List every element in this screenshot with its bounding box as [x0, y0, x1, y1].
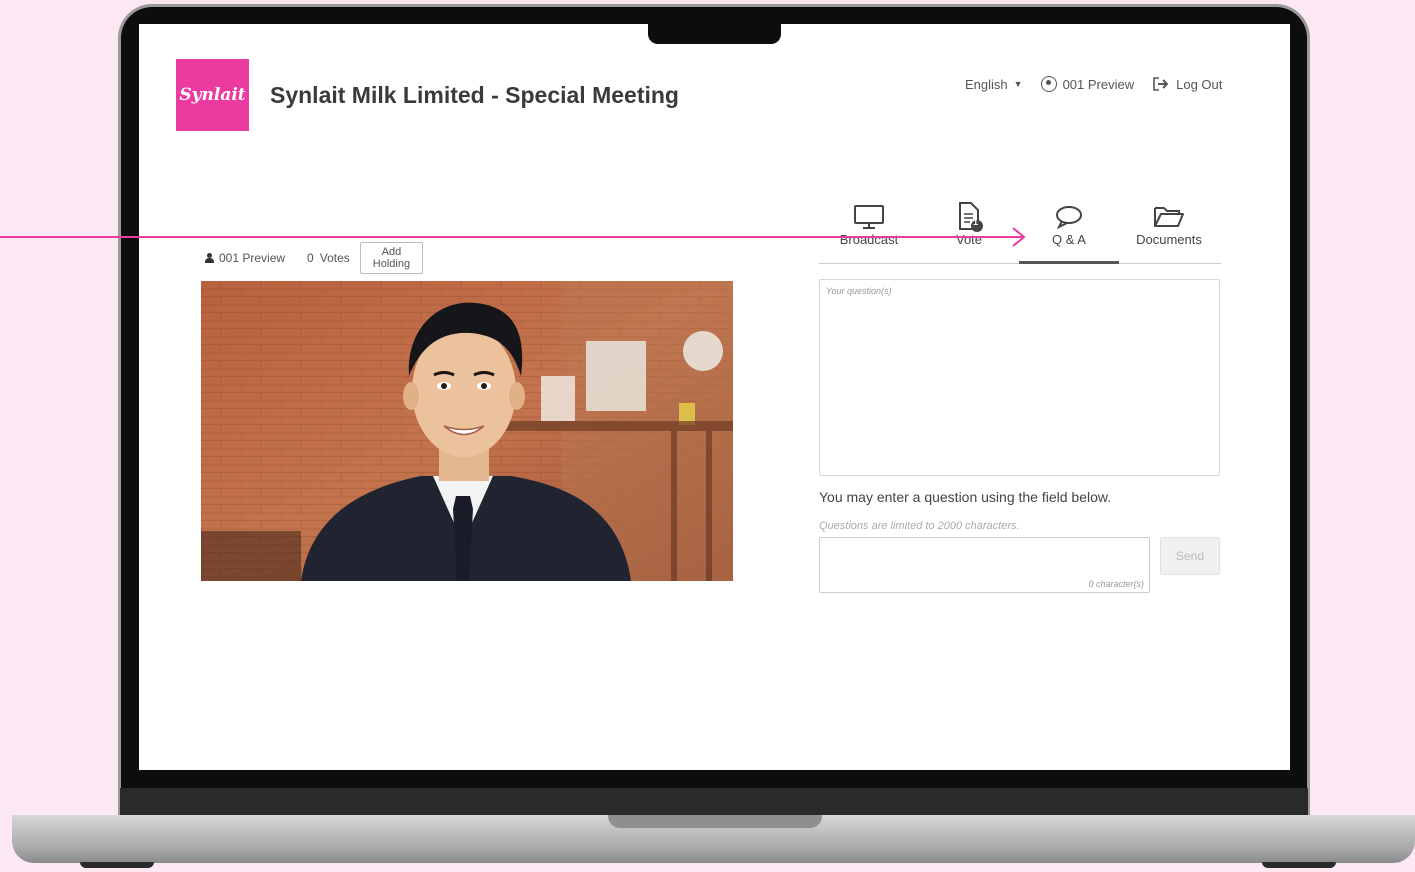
tab-vote-label: Vote: [955, 232, 983, 247]
top-navigation: English ▼ 001 Preview Log Out: [965, 76, 1222, 92]
caret-down-icon: ▼: [1013, 79, 1023, 89]
question-input[interactable]: 0 character(s): [819, 537, 1150, 593]
send-button[interactable]: Send: [1160, 537, 1220, 575]
folder-icon: [1154, 207, 1184, 227]
tab-vote[interactable]: 1 Vote: [919, 200, 1019, 263]
broadcast-video[interactable]: [201, 281, 733, 581]
logo-text: Synlait: [179, 85, 246, 105]
user-circle-icon: [1040, 76, 1057, 92]
holdings-bar: 001 Preview 0 Votes Add Holding: [205, 242, 424, 274]
language-dropdown[interactable]: English ▼: [965, 77, 1023, 92]
vote-badge: 1: [973, 217, 979, 227]
user-name: 001 Preview: [1062, 76, 1135, 92]
votes-label: Votes: [319, 251, 350, 265]
camera-notch: [648, 24, 781, 44]
character-count: 0 character(s): [1088, 579, 1144, 589]
logout-icon: [1153, 77, 1169, 91]
laptop-screen: Synlait Synlait Milk Limited - Special M…: [139, 24, 1290, 770]
laptop-foot-left: [80, 862, 154, 868]
tab-qa-label: Q & A: [1052, 232, 1086, 247]
votes-count: 0: [307, 251, 314, 265]
language-label: English: [965, 76, 1008, 92]
tab-documents[interactable]: Documents: [1119, 200, 1219, 263]
questions-list: Your question(s): [819, 279, 1220, 476]
laptop-base-notch: [608, 815, 822, 828]
add-holding-line2: Holding: [372, 258, 411, 270]
questions-list-placeholder: Your question(s): [826, 286, 892, 296]
holdings-user: 001 Preview: [219, 251, 286, 265]
speech-bubble-icon: [1056, 206, 1082, 230]
tab-documents-label: Documents: [1136, 232, 1202, 247]
person-icon: [205, 253, 215, 263]
add-holding-line1: Add: [381, 246, 402, 258]
tab-broadcast[interactable]: Broadcast: [819, 200, 919, 263]
character-limit-note: Questions are limited to 2000 characters…: [819, 520, 1020, 532]
tab-broadcast-label: Broadcast: [839, 232, 899, 247]
tab-qa[interactable]: Q & A: [1019, 200, 1119, 264]
monitor-icon: [854, 205, 884, 229]
document-icon: [959, 202, 983, 232]
page-title: Synlait Milk Limited - Special Meeting: [270, 82, 679, 108]
add-holding-button[interactable]: Add Holding: [359, 242, 424, 274]
question-instruction: You may enter a question using the field…: [819, 489, 1112, 505]
user-menu[interactable]: 001 Preview: [1040, 76, 1135, 92]
logout-label: Log Out: [1176, 76, 1223, 92]
laptop-foot-right: [1262, 862, 1336, 868]
logout-link[interactable]: Log Out: [1152, 77, 1222, 92]
tab-bar: Broadcast 1 Vote Q & A Documents: [819, 200, 1221, 264]
company-logo: Synlait: [176, 59, 249, 131]
laptop-chin: [120, 788, 1308, 816]
video-frame-image: [201, 281, 733, 581]
